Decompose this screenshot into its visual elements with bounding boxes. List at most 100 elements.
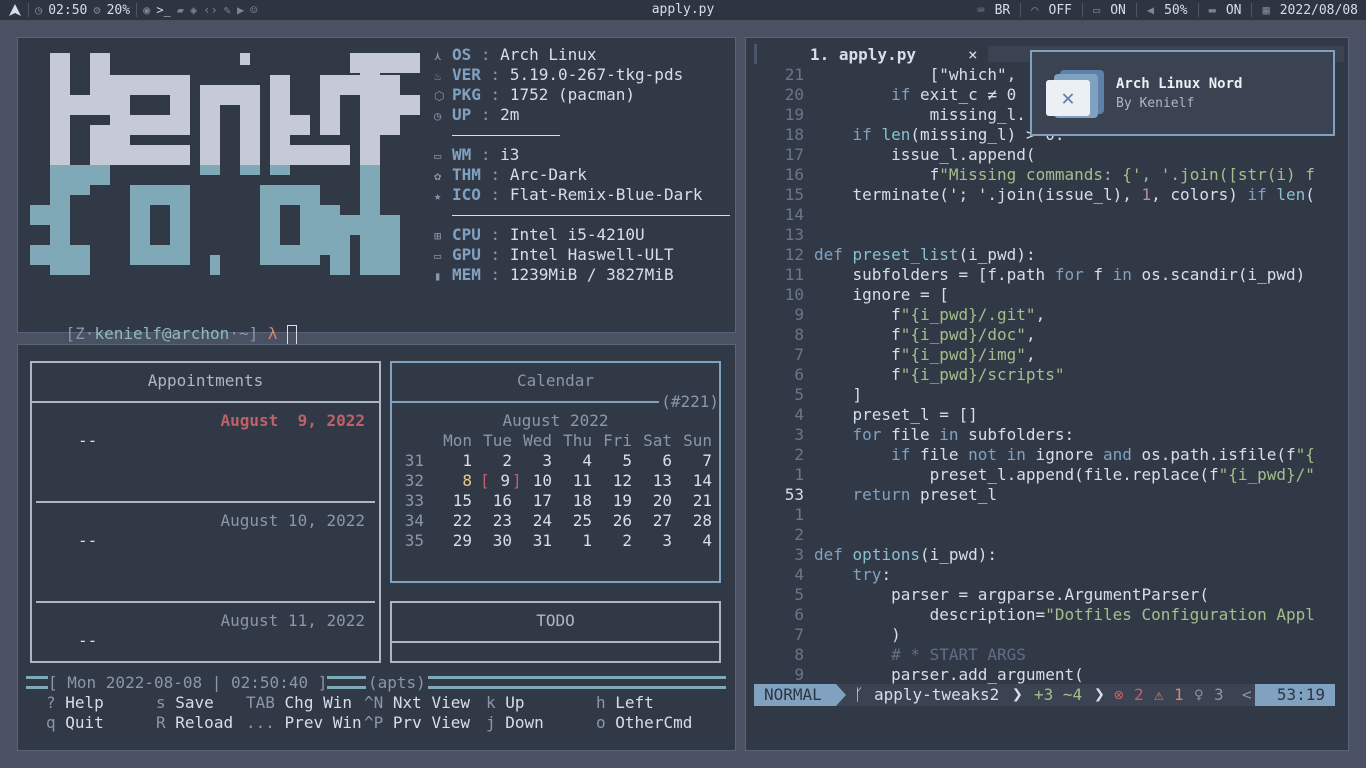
arch-logo-icon[interactable] — [8, 3, 22, 17]
calendar-day[interactable]: 20 — [632, 491, 672, 511]
code-line[interactable]: 1 preset_l.append(file.replace(f"{i_pwd}… — [752, 465, 1336, 485]
todo-panel[interactable]: TODO — [390, 601, 721, 663]
appointments-panel[interactable]: Appointments August 9, 2022 -- August 10… — [30, 361, 381, 663]
code-line[interactable]: 2 — [752, 525, 1336, 545]
calendar-day[interactable]: 1 — [432, 451, 472, 471]
store-icon[interactable]: ◈ — [190, 3, 197, 17]
code-line[interactable]: 4 preset_l = [] — [752, 405, 1336, 425]
code-line[interactable]: 2 if file not in ignore and os.path.isfi… — [752, 445, 1336, 465]
appointment-date-2[interactable]: August 10, 2022 — [221, 511, 366, 530]
display-status[interactable]: ON — [1110, 3, 1126, 18]
calendar-day[interactable]: 22 — [432, 511, 472, 531]
code-line[interactable]: 5 parser = argparse.ArgumentParser( — [752, 585, 1336, 605]
calendar-grid[interactable]: Mon Tue Wed Thu Fri Sat Sun 31 1 2 3 4 5 6 7 32 8[] 9 10 11… — [400, 431, 712, 551]
calendar-day[interactable]: 5 — [592, 451, 632, 471]
tab-close-icon[interactable]: × — [968, 45, 978, 64]
calendar-day[interactable]: 12 — [592, 471, 632, 491]
calendar-day[interactable]: 8 — [432, 471, 472, 491]
code-line[interactable]: 15 terminate('; '.join(issue_l), 1, colo… — [752, 185, 1336, 205]
code-area[interactable]: 21 ["which", 20 if exit_c ≠ 0 19 missing_… — [752, 65, 1336, 685]
calendar-day[interactable]: 2 — [472, 451, 512, 471]
media-icon[interactable]: ▶ — [237, 3, 244, 17]
code-icon[interactable]: ‹› — [203, 3, 217, 17]
wifi-status[interactable]: OFF — [1049, 3, 1072, 18]
code-line[interactable]: 9 parser.add_argument( — [752, 665, 1336, 685]
week-number: 34 — [404, 511, 424, 530]
code-line[interactable]: 8 # * START ARGS — [752, 645, 1336, 665]
tools-icon[interactable]: ✎ — [224, 3, 231, 17]
code-line[interactable]: 7 ) — [752, 625, 1336, 645]
appointment-date-3[interactable]: August 11, 2022 — [221, 611, 366, 630]
calendar-day[interactable]: 11 — [552, 471, 592, 491]
code-line[interactable]: 1 — [752, 505, 1336, 525]
appointment-date-1[interactable]: August 9, 2022 — [221, 411, 366, 430]
calendar-day[interactable]: 15 — [432, 491, 472, 511]
appointment-item-1[interactable]: -- — [78, 431, 97, 450]
calendar-day[interactable]: 25 — [552, 511, 592, 531]
calendar-day[interactable]: 17 — [512, 491, 552, 511]
calendar-day[interactable]: 4 — [552, 451, 592, 471]
folder-icon[interactable]: ▰ — [177, 3, 184, 17]
calendar-day[interactable]: 13 — [632, 471, 672, 491]
calendar-day[interactable]: 28 — [672, 511, 712, 531]
calendar-day[interactable]: 1 — [552, 531, 592, 551]
sysinfo-colon: : — [480, 65, 510, 84]
code-line[interactable]: 10 ignore = [ — [752, 285, 1336, 305]
appointment-item-3[interactable]: -- — [78, 631, 97, 650]
code-line[interactable]: 17 issue_l.append( — [752, 145, 1336, 165]
calendar-day[interactable]: 26 — [592, 511, 632, 531]
code-line[interactable]: 3 for file in subfolders: — [752, 425, 1336, 445]
keyboard-layout[interactable]: BR — [995, 3, 1011, 18]
calendar-day[interactable]: 30 — [472, 531, 512, 551]
calendar-day[interactable]: 16 — [472, 491, 512, 511]
notification-popup[interactable]: ✕ Arch Linux Nord By Kenielf — [1030, 50, 1335, 136]
code-line[interactable]: 14 — [752, 205, 1336, 225]
calendar-day[interactable]: 31 — [512, 531, 552, 551]
appointment-item-2[interactable]: -- — [78, 531, 97, 550]
code-line[interactable]: 5 ] — [752, 385, 1336, 405]
calcurse-window[interactable]: Appointments August 9, 2022 -- August 10… — [17, 344, 736, 751]
calendar-day[interactable]: 10 — [512, 471, 552, 491]
code-line[interactable]: 13 — [752, 225, 1336, 245]
code-line[interactable]: 6 f"{i_pwd}/scripts" — [752, 365, 1336, 385]
calendar-day[interactable]: 4 — [672, 531, 712, 551]
code-line[interactable]: 12 def preset_list(i_pwd): — [752, 245, 1336, 265]
tab-apply-py[interactable]: 1. apply.py × — [758, 44, 988, 66]
terminal-window[interactable]: ⋏ OS : Arch Linux ♨ VER : 5.19.0-267-tkg-pd… — [17, 37, 736, 345]
volume-level[interactable]: 50% — [1164, 3, 1187, 18]
calendar-day[interactable]: 3 — [512, 451, 552, 471]
notification-status[interactable]: ON — [1226, 3, 1242, 18]
code-line[interactable]: 53 return preset_l — [752, 485, 1336, 505]
calendar-day[interactable]: 21 — [672, 491, 712, 511]
keybinding: k Up — [486, 693, 525, 713]
calendar-day[interactable]: 3 — [632, 531, 672, 551]
sysinfo-label: GPU — [452, 245, 481, 264]
sysinfo-row-ico: ★ ICO : Flat-Remix-Blue-Dark — [434, 185, 702, 206]
code-line[interactable]: 16 f"Missing commands: {', '.join([str(i… — [752, 165, 1336, 185]
calendar-day[interactable]: 2 — [592, 531, 632, 551]
code-line[interactable]: 4 try: — [752, 565, 1336, 585]
calendar-day[interactable]: 18 — [552, 491, 592, 511]
calendar-day[interactable]: 27 — [632, 511, 672, 531]
calendar-day[interactable]: 24 — [512, 511, 552, 531]
calendar-day[interactable]: 23 — [472, 511, 512, 531]
firefox-icon[interactable]: ◉ — [143, 3, 150, 17]
code-line[interactable]: 7 f"{i_pwd}/img", — [752, 345, 1336, 365]
calendar-day[interactable]: 19 — [592, 491, 632, 511]
code-line[interactable]: 11 subfolders = [f.path for f in os.scan… — [752, 265, 1336, 285]
editor-window[interactable]: 1. apply.py × 21 ["which", 20 if exit_c … — [745, 37, 1349, 751]
calendar-day[interactable]: 29 — [432, 531, 472, 551]
code-line[interactable]: 3 def options(i_pwd): — [752, 545, 1336, 565]
terminal-icon[interactable]: >_ — [156, 3, 170, 17]
calendar-day[interactable]: 6 — [632, 451, 672, 471]
discord-icon[interactable]: ☺ — [250, 3, 257, 17]
calendar-day[interactable]: 14 — [672, 471, 712, 491]
code-line[interactable]: 6 description="Dotfiles Configuration Ap… — [752, 605, 1336, 625]
calendar-day[interactable]: 9 — [472, 471, 510, 491]
key-description: Save — [175, 693, 214, 712]
code-line[interactable]: 8 f"{i_pwd}/doc", — [752, 325, 1336, 345]
calendar-day[interactable]: 7 — [672, 451, 712, 471]
code-line[interactable]: 9 f"{i_pwd}/.git", — [752, 305, 1336, 325]
calendar-panel[interactable]: Calendar (#221) August 2022 Mon Tue Wed Thu… — [390, 361, 721, 583]
weekday-tue: Tue — [483, 431, 512, 450]
